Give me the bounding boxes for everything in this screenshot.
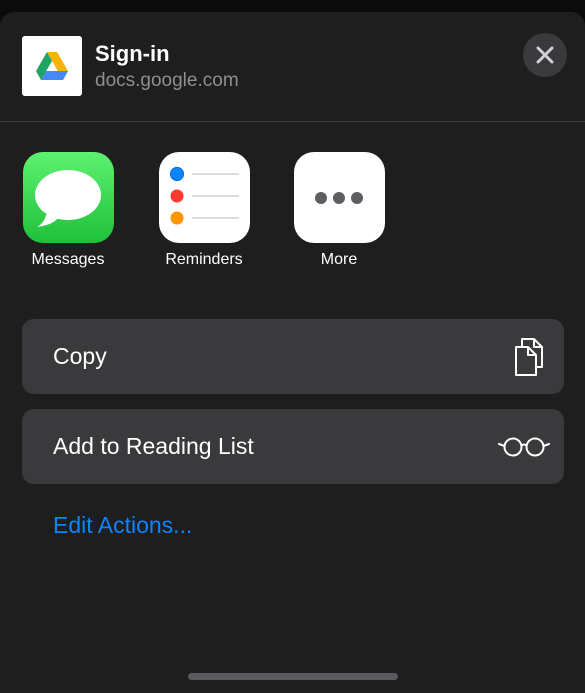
app-label: More <box>320 251 358 268</box>
close-icon <box>536 46 554 64</box>
google-drive-logo-icon <box>22 36 82 96</box>
more-icon <box>293 152 385 243</box>
glasses-icon <box>498 427 550 467</box>
messages-icon <box>22 152 114 243</box>
add-to-reading-list-action[interactable]: Add to Reading List <box>22 409 564 484</box>
share-sheet-header: Sign-in docs.google.com <box>0 12 585 122</box>
app-more[interactable]: More <box>279 152 399 269</box>
app-share-row: Messages Reminders More <box>0 152 585 282</box>
close-button[interactable] <box>523 33 567 77</box>
share-subtitle: docs.google.com <box>95 70 239 91</box>
copy-action[interactable]: Copy <box>22 319 564 394</box>
share-sheet: Sign-in docs.google.com Messages Reminde… <box>0 12 585 693</box>
app-label: Reminders <box>165 251 243 268</box>
action-label: Add to Reading List <box>53 433 254 459</box>
reminders-icon <box>158 152 250 243</box>
app-messages[interactable]: Messages <box>8 152 128 269</box>
app-label: Messages <box>31 251 105 268</box>
share-title: Sign-in <box>95 41 170 66</box>
copy-icon <box>510 337 550 377</box>
edit-actions-link[interactable]: Edit Actions... <box>53 512 192 539</box>
home-indicator <box>188 673 398 680</box>
action-label: Copy <box>53 343 107 369</box>
app-reminders[interactable]: Reminders <box>144 152 264 269</box>
